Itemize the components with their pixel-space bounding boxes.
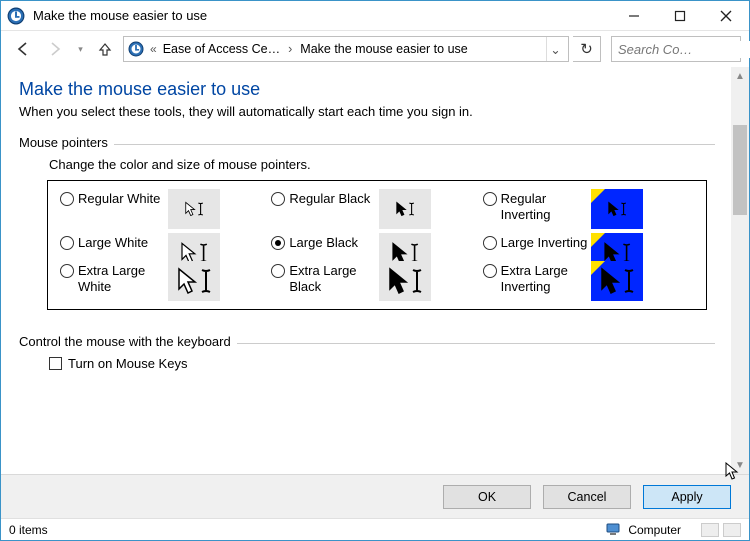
close-button[interactable] <box>703 1 749 31</box>
computer-icon <box>606 523 622 537</box>
status-bar: 0 items Computer <box>1 518 749 540</box>
mouse-keys-checkbox[interactable]: Turn on Mouse Keys <box>49 356 715 371</box>
radio-button[interactable] <box>60 192 74 206</box>
content-pane: Make the mouse easier to use When you se… <box>1 67 731 474</box>
breadcrumb-icon <box>128 41 144 57</box>
radio-button[interactable] <box>483 236 497 250</box>
radio-button[interactable] <box>60 236 74 250</box>
app-icon <box>7 7 25 25</box>
option-label: Large Inverting <box>501 235 588 251</box>
back-button[interactable] <box>9 35 37 63</box>
breadcrumb-seg-2[interactable]: Make the mouse easier to use <box>300 42 467 56</box>
radio-button[interactable] <box>483 192 497 206</box>
view-details-icon[interactable] <box>701 523 719 537</box>
group-mouse-keys: Control the mouse with the keyboard <box>19 334 715 348</box>
pointer-option-xl-black[interactable]: Extra Large Black <box>271 263 482 295</box>
button-bar: OK Cancel Apply <box>1 474 749 518</box>
refresh-button[interactable]: ↻ <box>573 36 601 62</box>
option-label: Large White <box>78 235 148 251</box>
checkbox-label: Turn on Mouse Keys <box>68 356 187 371</box>
radio-button[interactable] <box>60 264 74 278</box>
maximize-button[interactable] <box>657 1 703 31</box>
radio-button[interactable] <box>271 236 285 250</box>
radio-button[interactable] <box>271 264 285 278</box>
page-title: Make the mouse easier to use <box>19 79 715 100</box>
breadcrumb-bar[interactable]: « Ease of Access Ce… › Make the mouse ea… <box>123 36 569 62</box>
group-label: Mouse pointers <box>19 135 114 150</box>
breadcrumb-overflow-icon: « <box>150 42 157 56</box>
breadcrumb-dropdown[interactable]: ⌄ <box>546 37 564 61</box>
pointer-preview <box>591 261 643 301</box>
minimize-button[interactable] <box>611 1 657 31</box>
navbar: ▾ « Ease of Access Ce… › Make the mouse … <box>1 31 749 67</box>
radio-button[interactable] <box>271 192 285 206</box>
pointer-preview <box>168 189 220 229</box>
pointer-options-grid: Regular White Regular Black <box>47 180 707 310</box>
ok-button[interactable]: OK <box>443 485 531 509</box>
vertical-scrollbar[interactable]: ▲ ▼ <box>731 67 749 474</box>
option-label: Extra Large White <box>78 263 166 295</box>
window-title: Make the mouse easier to use <box>33 8 611 23</box>
scroll-down-icon[interactable]: ▼ <box>731 456 749 474</box>
pointer-preview <box>379 261 431 301</box>
chevron-right-icon: › <box>288 42 292 56</box>
search-box[interactable]: ⌕ <box>611 36 741 62</box>
pointer-preview <box>379 189 431 229</box>
pointers-desc: Change the color and size of mouse point… <box>49 157 715 172</box>
search-input[interactable] <box>616 41 750 58</box>
option-label: Regular Inverting <box>501 191 589 223</box>
breadcrumb-seg-1[interactable]: Ease of Access Ce… <box>163 42 280 56</box>
pointer-option-lg-white[interactable]: Large White <box>60 235 271 251</box>
option-label: Extra Large Black <box>289 263 377 295</box>
option-label: Extra Large Inverting <box>501 263 589 295</box>
checkbox-box[interactable] <box>49 357 62 370</box>
status-item-count: 0 items <box>9 523 48 537</box>
radio-button[interactable] <box>483 264 497 278</box>
up-button[interactable] <box>91 35 119 63</box>
option-label: Regular White <box>78 191 160 207</box>
status-location: Computer <box>628 523 681 537</box>
pointer-preview <box>591 189 643 229</box>
pointer-option-reg-white[interactable]: Regular White <box>60 191 271 223</box>
pointer-option-reg-black[interactable]: Regular Black <box>271 191 482 223</box>
option-label: Large Black <box>289 235 358 251</box>
view-large-icon[interactable] <box>723 523 741 537</box>
page-subtitle: When you select these tools, they will a… <box>19 104 715 119</box>
titlebar: Make the mouse easier to use <box>1 1 749 31</box>
pointer-option-xl-inv[interactable]: Extra Large Inverting <box>483 263 694 295</box>
scroll-thumb[interactable] <box>733 125 747 215</box>
forward-button[interactable] <box>41 35 69 63</box>
option-label: Regular Black <box>289 191 370 207</box>
pointer-option-reg-inv[interactable]: Regular Inverting <box>483 191 694 223</box>
group-label: Control the mouse with the keyboard <box>19 334 237 349</box>
group-mouse-pointers: Mouse pointers <box>19 135 715 149</box>
pointer-option-lg-inv[interactable]: Large Inverting <box>483 235 694 251</box>
pointer-option-lg-black[interactable]: Large Black <box>271 235 482 251</box>
pointer-preview <box>168 261 220 301</box>
history-dropdown[interactable]: ▾ <box>73 35 87 63</box>
cancel-button[interactable]: Cancel <box>543 485 631 509</box>
scroll-up-icon[interactable]: ▲ <box>731 67 749 85</box>
pointer-option-xl-white[interactable]: Extra Large White <box>60 263 271 295</box>
apply-button[interactable]: Apply <box>643 485 731 509</box>
